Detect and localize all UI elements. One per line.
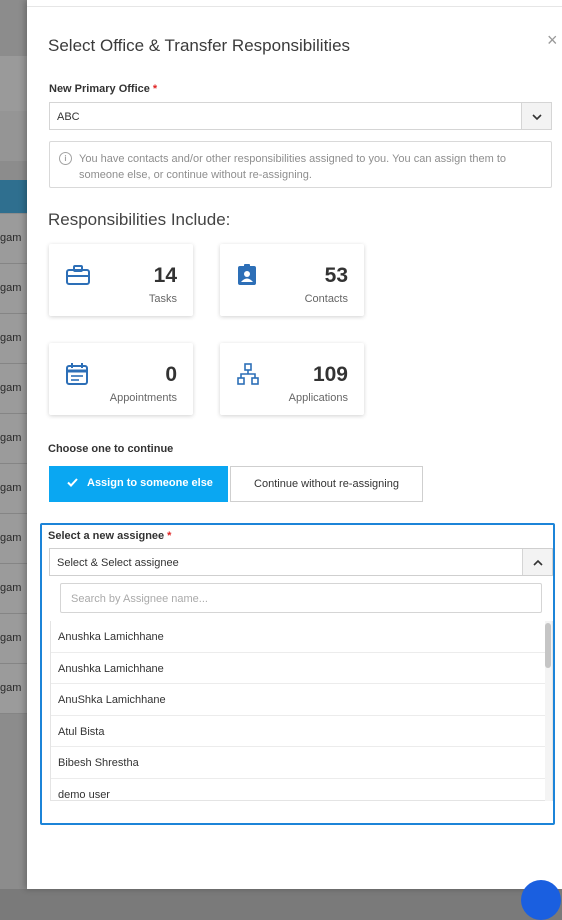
background-table-header bbox=[0, 180, 27, 213]
assignee-label: Select a new assignee * bbox=[48, 530, 171, 542]
list-item[interactable]: Atul Bista bbox=[51, 716, 552, 747]
info-text: You have contacts and/or other responsib… bbox=[79, 153, 507, 181]
divider bbox=[27, 6, 562, 7]
background-row: gam bbox=[0, 564, 27, 614]
choose-label: Choose one to continue bbox=[48, 443, 174, 455]
close-icon[interactable]: × bbox=[547, 30, 558, 51]
primary-office-label: New Primary Office * bbox=[49, 83, 157, 95]
background-row: gam bbox=[0, 364, 27, 414]
background-row: gam bbox=[0, 314, 27, 364]
calendar-icon bbox=[66, 363, 88, 390]
scrollbar-thumb[interactable] bbox=[545, 623, 551, 668]
responsibilities-title: Responsibilities Include: bbox=[48, 210, 231, 229]
briefcase-icon bbox=[66, 264, 90, 291]
background-subheader-band bbox=[0, 111, 27, 161]
assignee-selected-value: Select & Select assignee bbox=[57, 557, 179, 569]
assignee-options-list: Anushka Lamichhane Anushka Lamichhane An… bbox=[50, 621, 553, 801]
background-row: gam bbox=[0, 664, 27, 714]
tasks-count: 14 bbox=[153, 264, 177, 287]
background-row: gam bbox=[0, 264, 27, 314]
tasks-caption: Tasks bbox=[148, 293, 177, 305]
stat-card-contacts: 53 Contacts bbox=[220, 244, 364, 316]
appointments-count: 0 bbox=[165, 363, 177, 386]
primary-office-value: ABC bbox=[57, 111, 80, 123]
applications-caption: Applications bbox=[288, 392, 348, 404]
background-header-band bbox=[0, 56, 27, 111]
assign-button-label: Assign to someone else bbox=[87, 477, 213, 489]
chat-button[interactable] bbox=[521, 880, 561, 920]
required-mark: * bbox=[167, 530, 172, 542]
list-item[interactable]: Anushka Lamichhane bbox=[51, 653, 552, 684]
list-item[interactable]: Anushka Lamichhane bbox=[51, 621, 552, 653]
list-item[interactable]: AnuShka Lamichhane bbox=[51, 684, 552, 716]
chevron-up-icon[interactable] bbox=[522, 549, 552, 575]
modal-title: Select Office & Transfer Responsibilitie… bbox=[48, 36, 351, 55]
primary-office-label-text: New Primary Office bbox=[49, 83, 150, 95]
info-icon: i bbox=[59, 152, 72, 165]
transfer-modal: Select Office & Transfer Responsibilitie… bbox=[27, 0, 562, 889]
background-row: gam bbox=[0, 414, 27, 464]
list-item[interactable]: Bibesh Shrestha bbox=[51, 747, 552, 779]
contact-badge-icon bbox=[237, 264, 257, 291]
required-mark: * bbox=[152, 83, 158, 95]
list-item[interactable]: demo user bbox=[51, 779, 552, 801]
check-icon bbox=[67, 478, 78, 490]
assignee-select[interactable]: Select & Select assignee bbox=[49, 548, 553, 576]
assignee-search-input[interactable]: Search by Assignee name... bbox=[60, 583, 542, 613]
search-placeholder: Search by Assignee name... bbox=[71, 593, 208, 605]
appointments-caption: Appointments bbox=[109, 392, 177, 404]
stat-card-applications: 109 Applications bbox=[220, 343, 364, 415]
contacts-caption: Contacts bbox=[304, 293, 348, 305]
continue-without-reassigning-button[interactable]: Continue without re-assigning bbox=[230, 466, 423, 502]
stat-card-appointments: 0 Appointments bbox=[49, 343, 193, 415]
sitemap-icon bbox=[237, 363, 259, 390]
background-row: gam bbox=[0, 214, 27, 264]
assignee-label-text: Select a new assignee bbox=[48, 530, 165, 542]
chevron-down-icon[interactable] bbox=[521, 103, 551, 129]
background-page: gam gam gam gam gam gam gam gam gam gam bbox=[0, 0, 27, 889]
primary-office-select[interactable]: ABC bbox=[49, 102, 552, 130]
contacts-count: 53 bbox=[324, 264, 348, 287]
background-row: gam bbox=[0, 514, 27, 564]
assign-someone-else-button[interactable]: Assign to someone else bbox=[49, 466, 228, 502]
background-row: gam bbox=[0, 464, 27, 514]
background-row: gam bbox=[0, 614, 27, 664]
info-alert: i You have contacts and/or other respons… bbox=[49, 141, 552, 188]
applications-count: 109 bbox=[312, 363, 348, 386]
stat-card-tasks: 14 Tasks bbox=[49, 244, 193, 316]
